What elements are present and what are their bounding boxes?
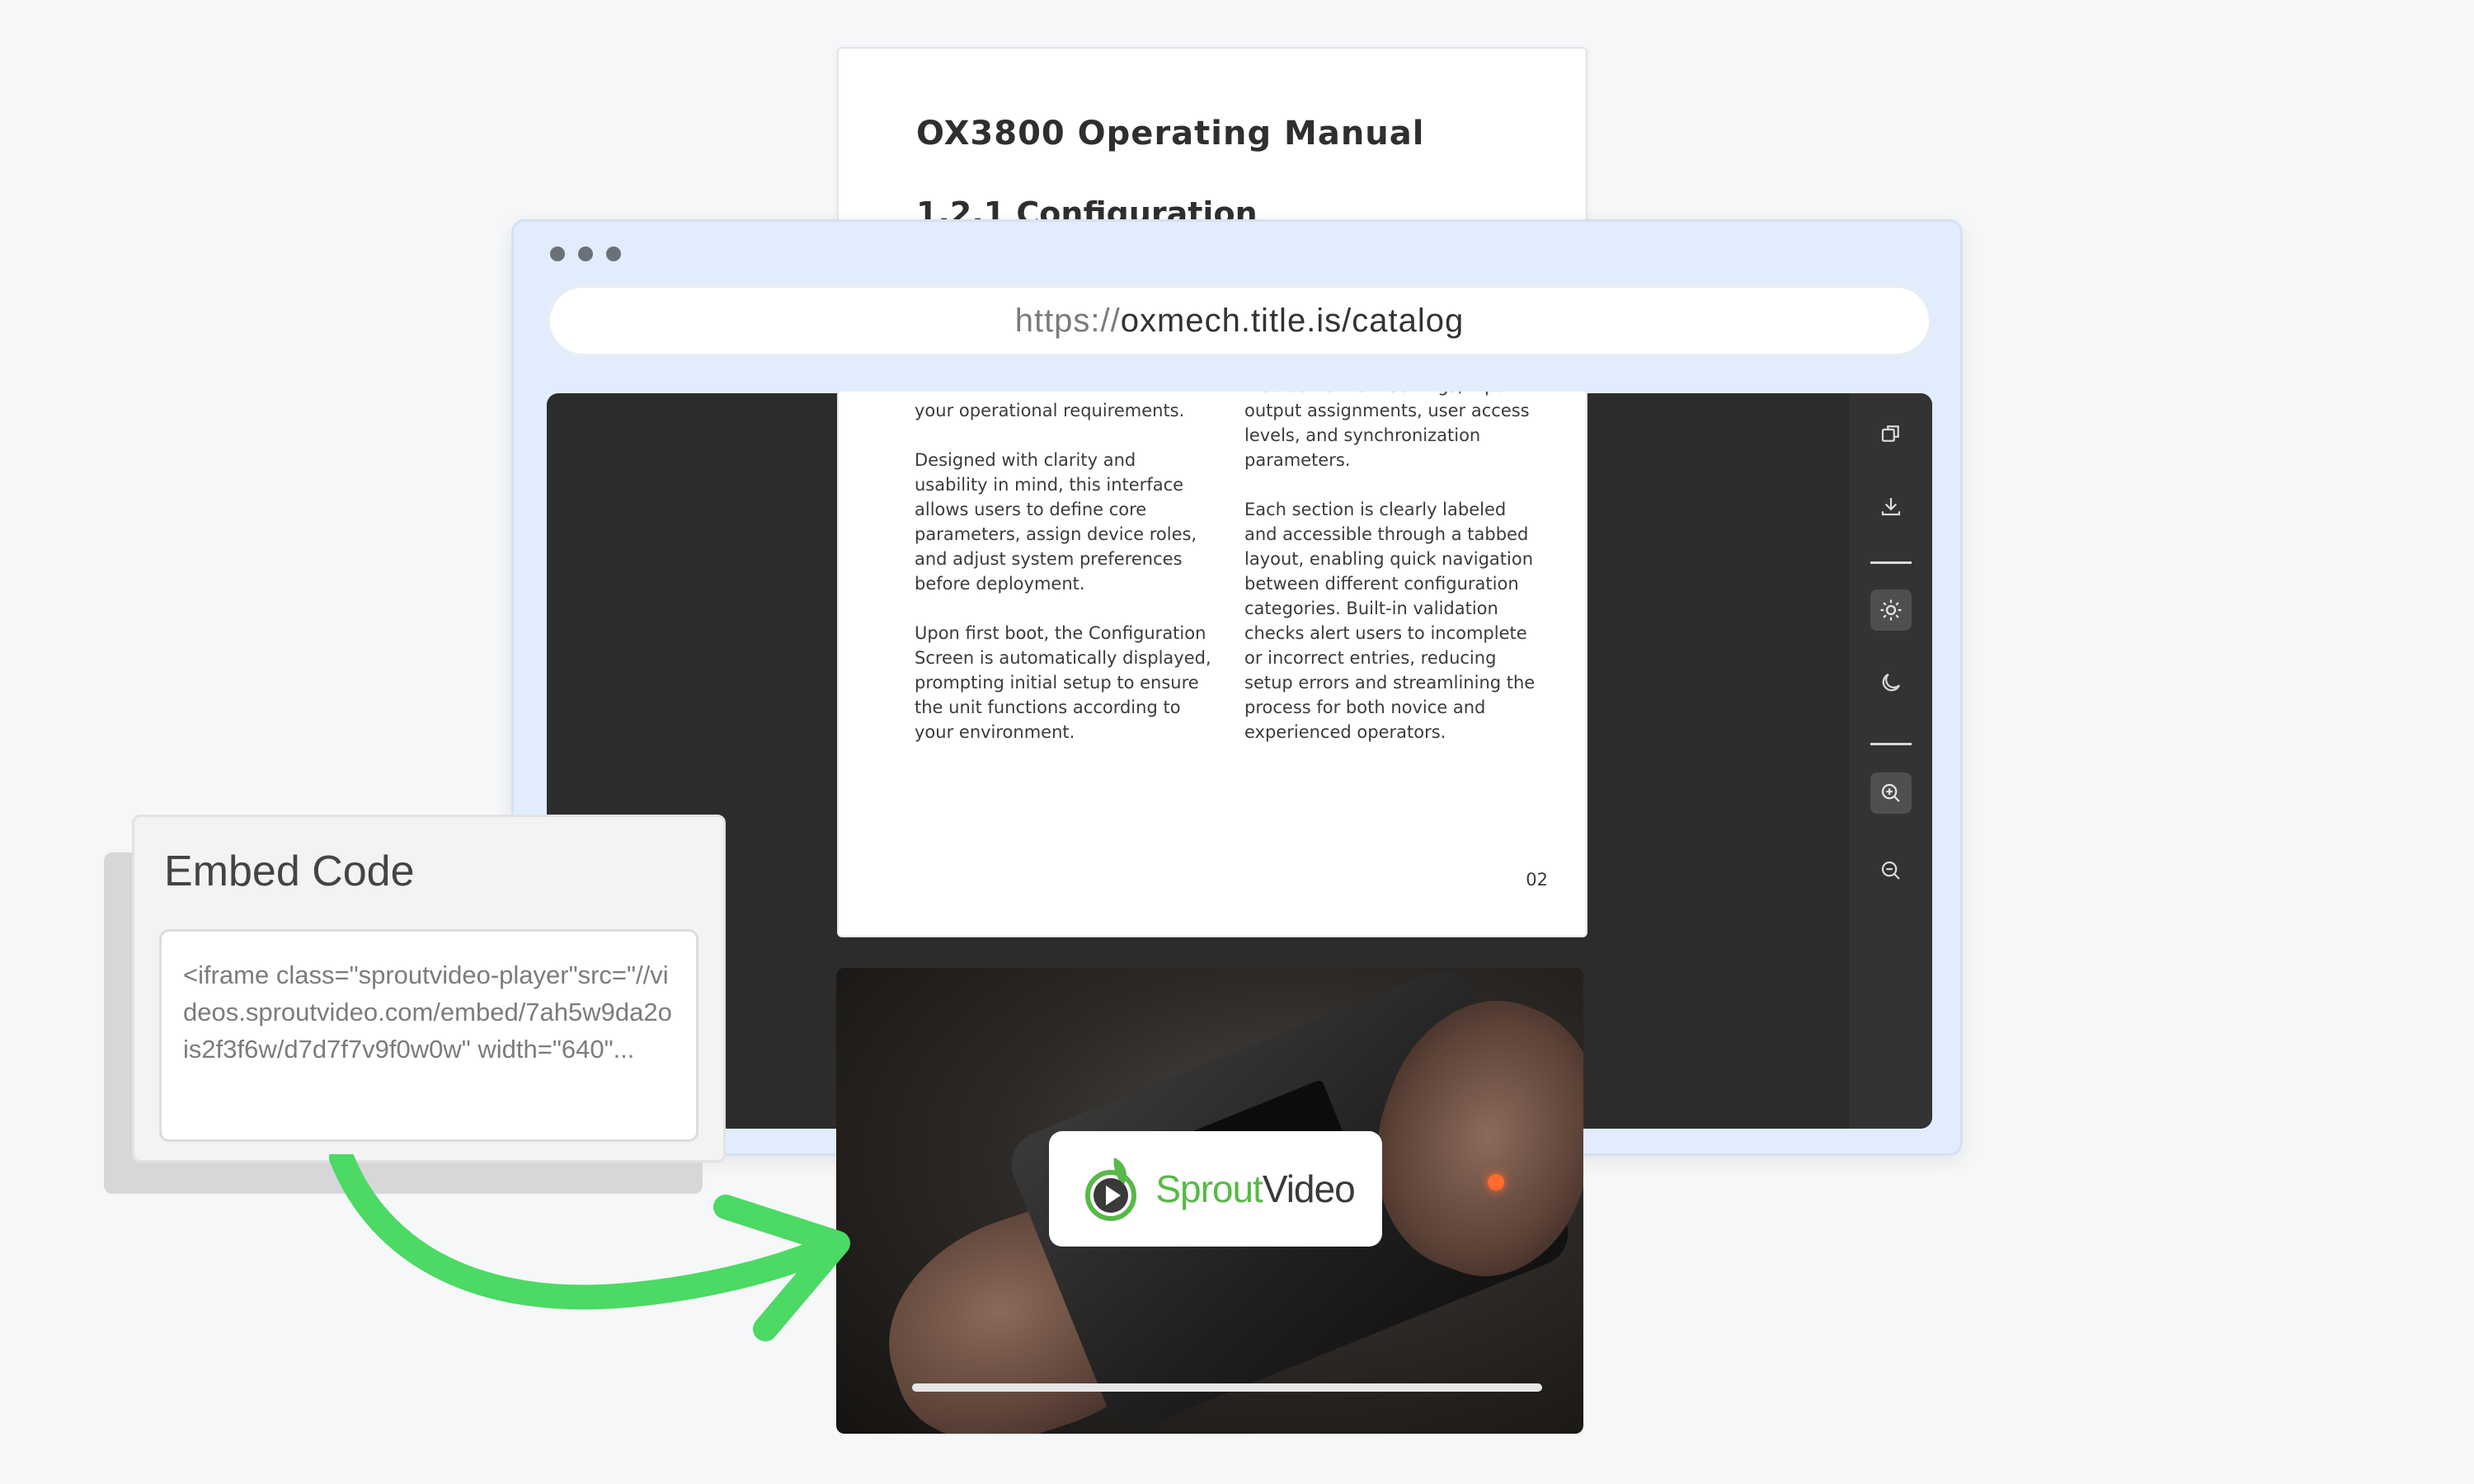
page-number: 02	[1526, 870, 1548, 890]
sun-icon[interactable]	[1870, 589, 1912, 631]
manual-paragraph: include network settings, input output a…	[1244, 392, 1530, 470]
window-dot-icon	[606, 247, 621, 261]
manual-paragraph: Upon first boot, the Configuration Scree…	[915, 623, 1211, 742]
manual-column-left: your operational requirements. Designed …	[915, 398, 1211, 769]
moon-icon[interactable]	[1870, 662, 1912, 703]
embed-code-card: Embed Code <iframe class="sproutvideo-pl…	[132, 815, 726, 1162]
manual-column-right: include network settings, input output a…	[1244, 392, 1541, 769]
sproutvideo-logo[interactable]: SproutVideo	[1049, 1131, 1382, 1247]
embed-code-title: Embed Code	[164, 848, 415, 895]
zoom-in-icon[interactable]	[1870, 773, 1912, 814]
viewer-toolbar	[1850, 393, 1932, 1129]
video-player[interactable]: SproutVideo	[836, 968, 1583, 1434]
video-frame-led	[1488, 1174, 1504, 1190]
manual-title: OX3800 Operating Manual	[916, 115, 1425, 153]
address-bar[interactable]: https://oxmech.title.is/catalog	[547, 284, 1932, 357]
manual-paragraph: your operational requirements.	[915, 401, 1185, 420]
embed-code-field[interactable]: <iframe class="sproutvideo-player"src="/…	[159, 929, 698, 1142]
manual-page: your operational requirements. Designed …	[837, 392, 1587, 937]
zoom-out-icon[interactable]	[1870, 850, 1912, 891]
copy-icon[interactable]	[1870, 413, 1912, 454]
video-progress-bar[interactable]	[912, 1383, 1542, 1392]
download-icon[interactable]	[1870, 486, 1912, 527]
arrow-icon	[329, 1154, 850, 1341]
url-host: oxmech.title.is/catalog	[1120, 302, 1465, 339]
toolbar-divider	[1870, 743, 1912, 745]
toolbar-divider	[1870, 561, 1912, 564]
manual-paragraph: Each section is clearly labeled and acce…	[1244, 500, 1536, 742]
url-scheme: https://	[1014, 302, 1121, 339]
window-dot-icon	[550, 247, 565, 261]
video-progress-fill	[912, 1383, 1542, 1392]
play-leaf-icon	[1085, 1158, 1137, 1221]
manual-paragraph: Designed with clarity and usability in m…	[915, 450, 1197, 594]
window-dot-icon	[578, 247, 593, 261]
logo-wordmark: SproutVideo	[1155, 1167, 1355, 1210]
